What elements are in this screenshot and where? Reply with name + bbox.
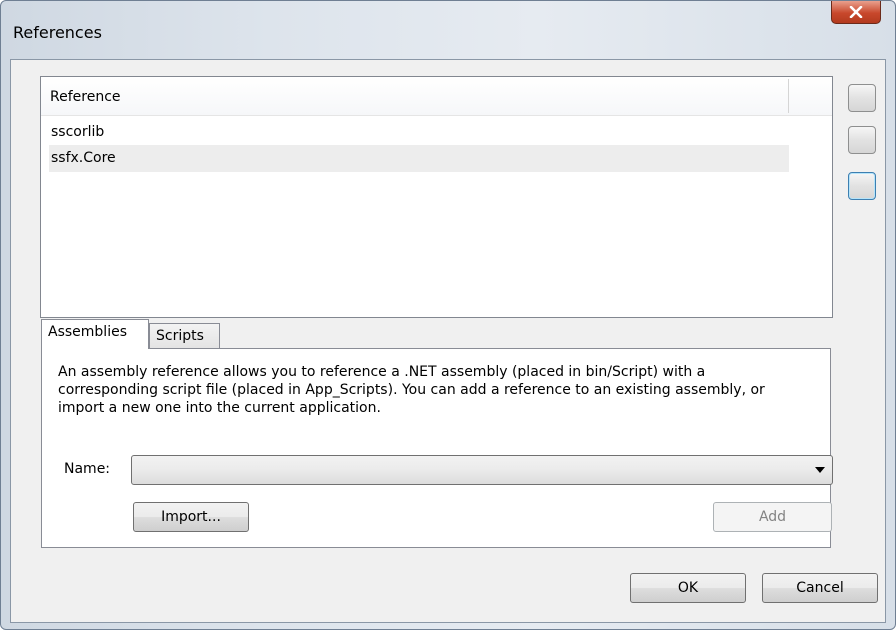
- name-label: Name:: [64, 461, 111, 477]
- reference-column-header[interactable]: Reference: [41, 77, 832, 116]
- description-line: import a new one into the current applic…: [58, 400, 381, 416]
- reference-column-label: Reference: [50, 89, 121, 105]
- ok-button[interactable]: OK: [630, 573, 746, 603]
- assembly-description: An assembly reference allows you to refe…: [58, 363, 818, 417]
- name-dropdown[interactable]: [131, 455, 833, 485]
- move-up-button[interactable]: [848, 84, 876, 112]
- title-bar: References: [1, 1, 895, 61]
- tab-scripts-label: Scripts: [156, 328, 204, 344]
- add-button[interactable]: Add: [713, 502, 832, 532]
- close-x-icon: [849, 6, 863, 18]
- remove-button[interactable]: [848, 172, 876, 200]
- description-line: corresponding script file (placed in App…: [58, 382, 765, 398]
- window-title: References: [13, 23, 102, 42]
- tab-assemblies[interactable]: Assemblies: [41, 319, 149, 349]
- import-button[interactable]: Import...: [133, 502, 249, 532]
- dialog-body: Reference sscorlib ssfx.Core Assemblies …: [10, 59, 886, 623]
- tab-scripts[interactable]: Scripts: [149, 323, 220, 349]
- move-down-button[interactable]: [848, 126, 876, 154]
- list-item-label: sscorlib: [51, 124, 105, 140]
- column-divider[interactable]: [788, 79, 789, 113]
- list-item[interactable]: sscorlib: [49, 119, 789, 146]
- reference-list[interactable]: Reference sscorlib ssfx.Core: [40, 76, 833, 318]
- close-button[interactable]: [831, 1, 881, 24]
- list-item-label: ssfx.Core: [51, 150, 116, 166]
- description-line: An assembly reference allows you to refe…: [58, 364, 706, 380]
- references-dialog: References Reference sscorlib ssfx.Core …: [0, 0, 896, 630]
- list-item-selected[interactable]: ssfx.Core: [49, 145, 789, 172]
- chevron-down-icon: [815, 467, 825, 473]
- assemblies-panel: An assembly reference allows you to refe…: [41, 348, 833, 548]
- cancel-button[interactable]: Cancel: [762, 573, 878, 603]
- tab-assemblies-label: Assemblies: [48, 324, 127, 340]
